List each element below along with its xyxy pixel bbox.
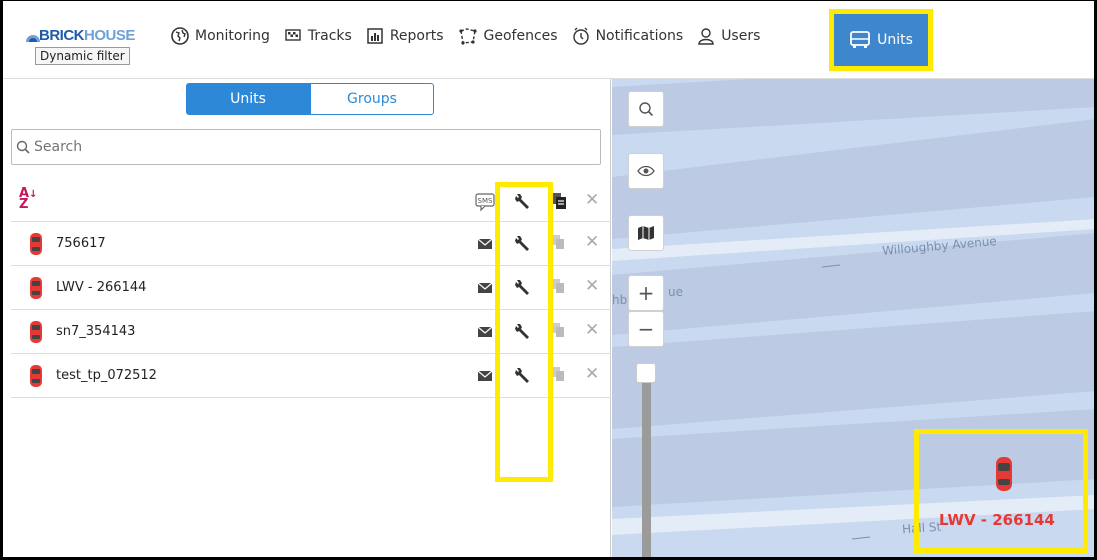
sort-az-icon[interactable]: A↓ Z	[19, 187, 37, 211]
svg-text:SMS: SMS	[478, 197, 493, 205]
user-icon	[698, 28, 714, 45]
zoom-in-button[interactable]: +	[628, 275, 664, 311]
map-view[interactable]: Willoughby Avenue hby ue Hall St + − LWV…	[612, 79, 1094, 557]
unit-marker-label[interactable]: LWV - 266144	[939, 511, 1055, 529]
nav-tracks[interactable]: Tracks	[284, 27, 352, 45]
car-icon[interactable]	[994, 456, 1014, 492]
top-navigation-bar: BRICKHOUSE Dynamic filter Monitoring Tra…	[3, 1, 1094, 79]
brand-part2: HOUSE	[84, 27, 135, 44]
units-list: A↓ Z SMS ✕ 756617 ✕ LWV - 266144 ✕ sn7_3…	[11, 180, 611, 398]
search-input[interactable]	[34, 139, 534, 155]
close-icon[interactable]: ✕	[585, 232, 599, 252]
close-icon[interactable]: ✕	[585, 364, 599, 384]
zoom-slider-handle[interactable]	[636, 363, 656, 383]
geofence-icon	[458, 28, 477, 45]
wrench-icon[interactable]	[514, 366, 532, 384]
map-layers-button[interactable]	[628, 215, 664, 251]
nav-reports-label: Reports	[389, 28, 444, 44]
bus-icon	[850, 31, 870, 48]
unit-name: LWV - 266144	[56, 280, 147, 295]
zoom-slider-track[interactable]	[642, 375, 651, 557]
unit-row[interactable]: 756617 ✕	[11, 222, 611, 266]
envelope-icon[interactable]	[477, 325, 493, 339]
copy-icon[interactable]	[551, 234, 565, 250]
report-icon	[367, 28, 383, 44]
nav-users-label: Users	[721, 28, 761, 44]
dynamic-filter-tooltip: Dynamic filter	[35, 47, 130, 65]
map-visibility-button[interactable]	[628, 153, 664, 189]
globe-icon	[171, 27, 189, 45]
nav-monitoring-label: Monitoring	[195, 28, 270, 44]
car-icon	[30, 365, 42, 387]
search-box	[11, 129, 601, 165]
brand-logo[interactable]: BRICKHOUSE	[39, 27, 135, 44]
list-header-row: A↓ Z SMS ✕	[11, 180, 611, 222]
nav-units-label: Units	[877, 32, 913, 48]
brand-part1: BRICK	[39, 27, 85, 44]
close-icon[interactable]: ✕	[585, 276, 599, 296]
map-search-button[interactable]	[628, 91, 664, 127]
envelope-icon[interactable]	[477, 281, 493, 295]
tab-groups[interactable]: Groups	[310, 83, 434, 115]
wrench-icon[interactable]	[514, 192, 532, 210]
unit-name: sn7_354143	[56, 324, 136, 339]
nav-tracks-label: Tracks	[307, 28, 352, 44]
nav-units[interactable]: Units	[829, 9, 933, 71]
wrench-icon[interactable]	[514, 278, 532, 296]
nav-monitoring[interactable]: Monitoring	[171, 27, 270, 45]
unit-row[interactable]: test_tp_072512 ✕	[11, 354, 611, 398]
app-frame: BRICKHOUSE Dynamic filter Monitoring Tra…	[2, 0, 1095, 558]
nav-geofences[interactable]: Geofences	[458, 27, 558, 45]
search-icon	[16, 140, 30, 154]
unit-name: 756617	[56, 236, 106, 251]
envelope-icon[interactable]	[477, 237, 493, 251]
car-icon	[30, 321, 42, 343]
nav-notifications-label: Notifications	[595, 28, 684, 44]
flag-icon	[285, 29, 301, 41]
copy-icon[interactable]	[551, 322, 565, 338]
wrench-icon[interactable]	[514, 234, 532, 252]
eye-icon	[637, 165, 655, 177]
car-icon	[30, 277, 42, 299]
units-panel: Units Groups A↓Z SMS ✕ 756617 ✕	[3, 79, 611, 557]
close-icon[interactable]: ✕	[585, 320, 599, 340]
nav-geofences-label: Geofences	[483, 28, 558, 44]
sms-icon[interactable]: SMS	[475, 192, 495, 212]
copy-icon[interactable]	[551, 366, 565, 382]
close-icon[interactable]: ✕	[585, 190, 599, 210]
nav-reports[interactable]: Reports	[366, 27, 444, 45]
clock-icon	[572, 27, 589, 45]
main-nav: Monitoring Tracks Reports Geofences Noti…	[171, 9, 933, 71]
street-partial-ue: ue	[668, 285, 683, 299]
nav-users[interactable]: Users	[697, 27, 760, 45]
envelope-icon[interactable]	[477, 369, 493, 383]
unit-row[interactable]: sn7_354143 ✕	[11, 310, 611, 354]
copy-icon[interactable]	[551, 278, 565, 294]
search-icon	[639, 102, 654, 117]
unit-name: test_tp_072512	[56, 368, 157, 383]
nav-notifications[interactable]: Notifications	[572, 27, 684, 45]
zoom-out-button[interactable]: −	[628, 311, 664, 347]
units-groups-toggle: Units Groups	[186, 83, 434, 115]
wrench-icon[interactable]	[514, 322, 532, 340]
copy-icon[interactable]	[551, 192, 567, 210]
car-icon	[30, 233, 42, 255]
map-icon	[638, 226, 654, 240]
unit-row[interactable]: LWV - 266144 ✕	[11, 266, 611, 310]
tab-units[interactable]: Units	[186, 83, 310, 115]
